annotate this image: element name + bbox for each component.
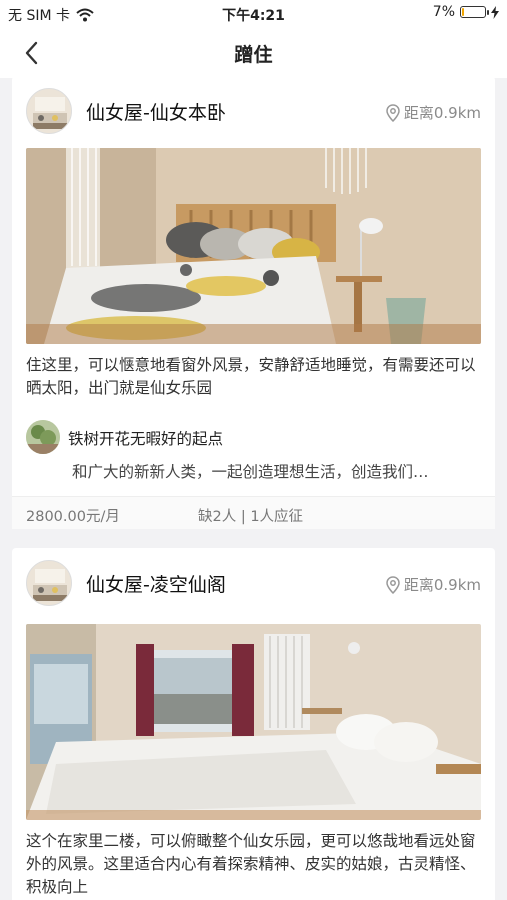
top-comment[interactable]: 铁树开花无暇好的起点 和广大的新新人类，一起创造理想生活，创造我们… (26, 420, 481, 490)
listing-header: 仙女屋-凌空仙阁 距离0.9km (26, 560, 481, 608)
listing-feed[interactable]: 仙女屋-仙女本卧 距离0.9km 住这里，可以惬意地看窗外风景，安静舒适地睡觉，… (0, 78, 507, 900)
listing-photo[interactable] (26, 624, 481, 820)
listing-photo[interactable] (26, 148, 481, 344)
status-bar: 无 SIM 卡 下午4:21 7% (0, 0, 507, 28)
distance-label: 距离0.9km (386, 102, 481, 123)
avatar[interactable] (26, 88, 72, 134)
page-title: 蹭住 (234, 44, 273, 66)
price-label: 2800.00元/月 (26, 509, 120, 525)
avatar[interactable] (26, 560, 72, 606)
nav-bar: 蹭住 (0, 28, 507, 78)
vacancy-label: 缺2人 | 1人应征 (198, 509, 304, 525)
listing-card[interactable]: 仙女屋-仙女本卧 距离0.9km 住这里，可以惬意地看窗外风景，安静舒适地睡觉，… (12, 78, 495, 529)
bolt-icon (491, 5, 499, 19)
listing-footer: 2800.00元/月 缺2人 | 1人应征 (12, 496, 495, 529)
listing-description: 住这里，可以惬意地看窗外风景，安静舒适地睡觉，有需要还可以晒太阳，出门就是仙女乐… (26, 356, 476, 397)
comment-avatar[interactable] (26, 420, 60, 454)
location-pin-icon (386, 575, 400, 594)
listing-card[interactable]: 仙女屋-凌空仙阁 距离0.9km 这个在家里二楼，可以俯瞰整个仙女乐园，更可以悠… (12, 548, 495, 900)
battery-percent: 7% (432, 4, 455, 20)
clock: 下午4:21 (222, 8, 285, 24)
distance-label: 距离0.9km (386, 574, 481, 595)
comment-author: 铁树开花无暇好的起点 (68, 430, 224, 448)
listing-description: 这个在家里二楼，可以俯瞰整个仙女乐园，更可以悠哉地看远处窗外的风景。这里适合内心… (26, 832, 476, 896)
location-pin-icon (386, 103, 400, 122)
listing-header: 仙女屋-仙女本卧 距离0.9km (26, 88, 481, 136)
battery-icon (460, 6, 489, 18)
comment-text: 和广大的新新人类，一起创造理想生活，创造我们… (72, 463, 429, 481)
distance-text: 距离0.9km (403, 576, 481, 594)
listing-title: 仙女屋-凌空仙阁 (86, 574, 226, 596)
listing-title: 仙女屋-仙女本卧 (86, 102, 226, 124)
distance-text: 距离0.9km (403, 104, 481, 122)
